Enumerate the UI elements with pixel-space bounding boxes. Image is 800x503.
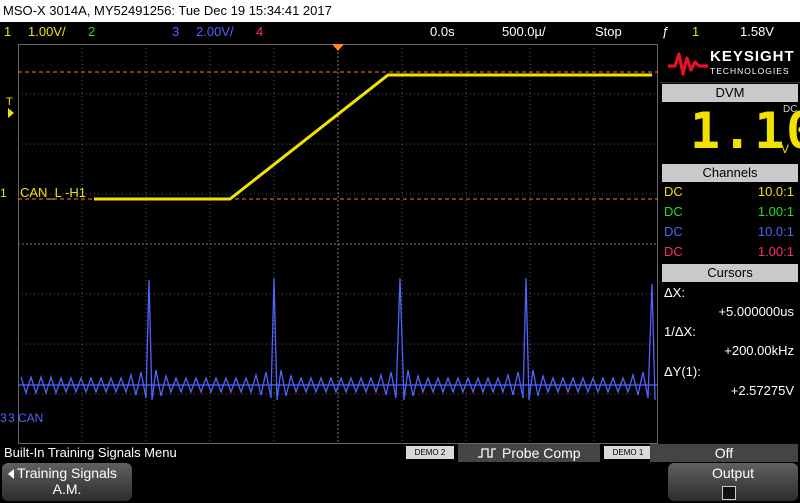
- graticule: [18, 44, 658, 444]
- cursor-dx-value-row: +5.000000us: [662, 302, 798, 322]
- demo1-tag: DEMO 1: [604, 446, 652, 459]
- run-state[interactable]: Stop: [595, 22, 622, 42]
- cursor-dy-label: ΔY(1):: [664, 364, 701, 379]
- cursor-invdx-label: 1/ΔX:: [664, 324, 696, 339]
- softkey-output-label: Output: [711, 465, 755, 481]
- ch1-ground-marker[interactable]: 1: [0, 186, 7, 200]
- cursor-dx-label-row: ΔX:: [662, 283, 798, 303]
- ch2-number[interactable]: 2: [88, 22, 95, 42]
- dvm-header[interactable]: DVM: [662, 84, 798, 102]
- softkey-arrow-icon: [8, 469, 14, 479]
- window-title: MSO-X 3014A, MY52491256: Tue Dec 19 15:3…: [0, 0, 800, 22]
- channels-header[interactable]: Channels: [662, 164, 798, 182]
- cursor-dx-label: ΔX:: [664, 285, 685, 300]
- training-signals-softkey[interactable]: Training Signals A.M.: [2, 463, 132, 501]
- cursors-header[interactable]: Cursors: [662, 264, 798, 282]
- trigger-source[interactable]: 1: [692, 22, 699, 42]
- channel-probe: 1.00:1: [757, 244, 794, 259]
- cursor-dy-value: +2.57275V: [730, 383, 794, 398]
- channel-coupling: DC: [664, 244, 683, 259]
- panel-divider: [660, 82, 800, 83]
- cursor-dy-label-row: ΔY(1):: [662, 362, 798, 382]
- demo2-tag: DEMO 2: [406, 446, 454, 459]
- channel-row-4[interactable]: DC 1.00:1: [662, 242, 798, 262]
- ch3-label: 3 CAN: [8, 411, 44, 425]
- channel-coupling: DC: [664, 184, 683, 199]
- channel-row-2[interactable]: DC 1.00:1: [662, 202, 798, 222]
- status-bar: 1 1.00V/ 2 3 2.00V/ 4 0.0s 500.0µ/ Stop …: [0, 22, 800, 42]
- dvm-mode: DC: [783, 104, 798, 115]
- cursor-dy-value-row: +2.57275V: [662, 381, 798, 401]
- square-wave-icon: [478, 448, 496, 458]
- ch3-number[interactable]: 3: [172, 22, 179, 42]
- channel-probe: 10.0:1: [757, 184, 794, 199]
- keysight-logo-icon: [668, 52, 708, 76]
- demo1-status: Off: [650, 444, 798, 462]
- channel-probe: 10.0:1: [757, 224, 794, 239]
- channel-coupling: DC: [664, 204, 683, 219]
- trigger-level[interactable]: 1.58V: [740, 22, 774, 42]
- cursor-dx-value: +5.000000us: [718, 304, 794, 319]
- cursor-invdx-value-row: +200.00kHz: [662, 341, 798, 361]
- output-checkbox[interactable]: [722, 486, 736, 500]
- channel-coupling: DC: [664, 224, 683, 239]
- ch4-number[interactable]: 4: [256, 22, 263, 42]
- ch3-scale[interactable]: 2.00V/: [196, 22, 234, 42]
- menu-title: Built-In Training Signals Menu: [4, 445, 177, 460]
- cursor-invdx-label-row: 1/ΔX:: [662, 322, 798, 342]
- brand-subtitle: TECHNOLOGIES: [710, 66, 790, 76]
- ch1-number[interactable]: 1: [4, 22, 11, 42]
- time-delay[interactable]: 0.0s: [430, 22, 455, 42]
- channel-probe: 1.00:1: [757, 204, 794, 219]
- softkey-line1: Training Signals: [17, 465, 117, 481]
- dvm-readout: 1.10: [662, 102, 800, 162]
- time-scale[interactable]: 500.0µ/: [502, 22, 546, 42]
- probe-comp-label: Probe Comp: [458, 444, 600, 462]
- trigger-level-marker[interactable]: T: [6, 96, 13, 108]
- ch1-scale[interactable]: 1.00V/: [28, 22, 66, 42]
- dvm-unit: V: [781, 142, 790, 156]
- trigger-slope-icon: ƒ: [662, 24, 670, 39]
- softkey-line2: A.M.: [52, 481, 82, 497]
- probe-comp-text: Probe Comp: [502, 445, 581, 461]
- ch3-ground-marker[interactable]: 3: [0, 411, 7, 425]
- trigger-arrow-icon: [8, 108, 14, 118]
- waveform-display[interactable]: [18, 44, 658, 444]
- ch1-label: CAN_L -H1: [20, 185, 86, 200]
- cursor-invdx-value: +200.00kHz: [724, 343, 794, 358]
- channel-row-1[interactable]: DC 10.0:1: [662, 182, 798, 202]
- channel-row-3[interactable]: DC 10.0:1: [662, 222, 798, 242]
- brand-name: KEYSIGHT: [710, 48, 795, 65]
